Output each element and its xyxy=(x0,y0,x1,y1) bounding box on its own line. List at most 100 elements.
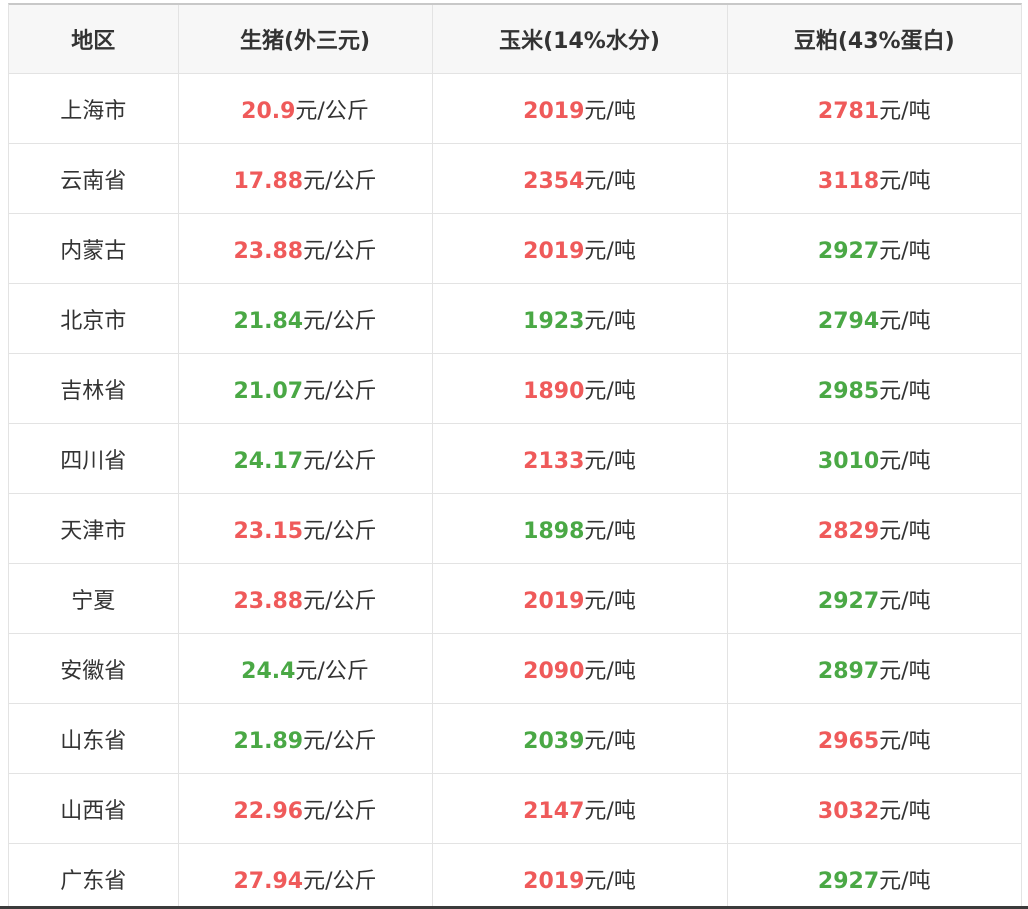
soymeal-price-value: 3032 xyxy=(817,798,880,824)
pig-price-unit: 元/公斤 xyxy=(303,728,377,754)
corn-price-value: 2019 xyxy=(523,98,585,124)
region-cell: 内蒙古 xyxy=(9,213,179,284)
soymeal-price-unit: 元/吨 xyxy=(879,308,931,334)
corn-price-cell: 1923元/吨 xyxy=(432,283,728,354)
pig-price-value: 23.88 xyxy=(233,238,304,264)
soymeal-price-value: 2927 xyxy=(817,238,880,264)
pig-price-value: 21.84 xyxy=(233,308,304,334)
soymeal-price-value: 2927 xyxy=(817,588,880,614)
corn-price-unit: 元/吨 xyxy=(584,798,636,824)
soymeal-price-unit: 元/吨 xyxy=(879,658,931,684)
soymeal-price-unit: 元/吨 xyxy=(879,798,931,824)
region-cell: 山东省 xyxy=(9,703,179,774)
pig-price-cell: 22.96元/公斤 xyxy=(178,773,433,844)
soymeal-price-unit: 元/吨 xyxy=(879,518,931,544)
corn-price-value: 1898 xyxy=(523,518,585,544)
corn-price-cell: 2354元/吨 xyxy=(432,143,728,214)
pig-price-value: 27.94 xyxy=(233,868,304,894)
pig-price-unit: 元/公斤 xyxy=(303,308,377,334)
corn-price-value: 2019 xyxy=(523,238,585,264)
corn-price-value: 2090 xyxy=(523,658,585,684)
header-corn: 玉米(14%水分) xyxy=(432,5,728,74)
region-cell: 北京市 xyxy=(9,283,179,354)
corn-price-unit: 元/吨 xyxy=(584,588,636,614)
pig-price-cell: 24.17元/公斤 xyxy=(178,423,433,494)
corn-price-unit: 元/吨 xyxy=(584,868,636,894)
pig-price-unit: 元/公斤 xyxy=(303,588,377,614)
soymeal-price-value: 2965 xyxy=(817,728,880,754)
soymeal-price-cell: 2897元/吨 xyxy=(727,633,1021,704)
pig-price-value: 21.89 xyxy=(233,728,304,754)
price-table-container: 地区 生猪(外三元) 玉米(14%水分) 豆粕(43%蛋白) 上海市 20.9 元/… xyxy=(8,3,1022,906)
pig-price-unit: 元/公斤 xyxy=(303,868,377,894)
region-cell: 天津市 xyxy=(9,493,179,564)
soymeal-price-value: 2829 xyxy=(817,518,880,544)
corn-price-unit: 元/吨 xyxy=(584,448,636,474)
pig-price-unit: 元/公斤 xyxy=(303,448,377,474)
pig-price-cell: 23.88元/公斤 xyxy=(178,213,433,284)
soymeal-price-cell: 2781元/吨 xyxy=(727,73,1021,144)
corn-price-unit: 元/吨 xyxy=(584,98,636,124)
region-cell: 上海市 xyxy=(9,73,179,144)
table-row: 山东省 21.89元/公斤 2039元/吨 2965元/吨 xyxy=(9,703,1021,774)
table-row: 四川省 24.17元/公斤 2133元/吨 3010元/吨 xyxy=(9,423,1021,494)
table-row: 山西省 22.96元/公斤 2147元/吨 3032元/吨 xyxy=(9,773,1021,844)
soymeal-price-value: 2927 xyxy=(817,868,880,894)
pig-price-value: 20.9 xyxy=(241,98,296,124)
soymeal-price-value: 3118 xyxy=(817,168,880,194)
pig-price-cell: 23.15元/公斤 xyxy=(178,493,433,564)
table-row: 上海市 20.9元/公斤 2019元/吨 2781元/吨 xyxy=(9,73,1021,144)
corn-price-cell: 2019元/吨 xyxy=(432,213,728,284)
soymeal-price-unit: 元/吨 xyxy=(879,868,931,894)
table-row: 广东省 27.94元/公斤 2019元/吨 2927元/吨 xyxy=(9,843,1021,906)
region-cell: 吉林省 xyxy=(9,353,179,424)
corn-price-unit: 元/吨 xyxy=(584,168,636,194)
soymeal-price-unit: 元/吨 xyxy=(879,98,931,124)
soymeal-price-unit: 元/吨 xyxy=(879,588,931,614)
corn-price-cell: 2019元/吨 xyxy=(432,563,728,634)
table-row: 云南省 17.88元/公斤 2354元/吨 3118元/吨 xyxy=(9,143,1021,214)
corn-price-cell: 1898元/吨 xyxy=(432,493,728,564)
pig-price-unit: 元/公斤 xyxy=(303,238,377,264)
corn-price-value: 1890 xyxy=(523,378,585,404)
corn-price-unit: 元/吨 xyxy=(584,238,636,264)
pig-price-cell: 17.88元/公斤 xyxy=(178,143,433,214)
region-cell: 广东省 xyxy=(9,843,179,906)
soymeal-price-unit: 元/吨 xyxy=(879,238,931,264)
pig-price-unit: 元/公斤 xyxy=(303,378,377,404)
pig-price-value: 23.15 xyxy=(233,518,304,544)
soymeal-price-value: 2897 xyxy=(817,658,880,684)
pig-price-value: 22.96 xyxy=(233,798,304,824)
soymeal-price-unit: 元/吨 xyxy=(879,448,931,474)
pig-price-cell: 27.94元/公斤 xyxy=(178,843,433,906)
corn-price-unit: 元/吨 xyxy=(584,728,636,754)
pig-price-cell: 24.4元/公斤 xyxy=(178,633,433,704)
corn-price-value: 2019 xyxy=(523,868,585,894)
corn-price-value: 2039 xyxy=(523,728,585,754)
corn-price-value: 1923 xyxy=(523,308,585,334)
pig-price-value: 24.17 xyxy=(233,448,304,474)
corn-price-value: 2354 xyxy=(523,168,585,194)
corn-price-value: 2147 xyxy=(523,798,585,824)
corn-price-unit: 元/吨 xyxy=(584,518,636,544)
pig-price-unit: 元/公斤 xyxy=(295,658,369,684)
corn-price-cell: 2147元/吨 xyxy=(432,773,728,844)
pig-price-unit: 元/公斤 xyxy=(303,798,377,824)
table-row: 宁夏 23.88元/公斤 2019元/吨 2927元/吨 xyxy=(9,563,1021,634)
soymeal-price-value: 3010 xyxy=(817,448,880,474)
soymeal-price-cell: 2927元/吨 xyxy=(727,213,1021,284)
header-row: 地区 生猪(外三元) 玉米(14%水分) 豆粕(43%蛋白) xyxy=(9,5,1021,74)
soymeal-price-cell: 2794元/吨 xyxy=(727,283,1021,354)
pig-price-value: 21.07 xyxy=(233,378,304,404)
soymeal-price-unit: 元/吨 xyxy=(879,168,931,194)
pig-price-cell: 21.07元/公斤 xyxy=(178,353,433,424)
region-cell: 四川省 xyxy=(9,423,179,494)
header-region: 地区 xyxy=(9,5,179,74)
price-table: 地区 生猪(外三元) 玉米(14%水分) 豆粕(43%蛋白) 上海市 20.9 元/… xyxy=(9,5,1021,906)
header-pig: 生猪(外三元) xyxy=(178,5,433,74)
corn-price-unit: 元/吨 xyxy=(584,308,636,334)
corn-price-cell: 2019元/吨 xyxy=(432,843,728,906)
pig-price-value: 17.88 xyxy=(233,168,304,194)
corn-price-cell: 2019元/吨 xyxy=(432,73,728,144)
soymeal-price-value: 2781 xyxy=(817,98,880,124)
